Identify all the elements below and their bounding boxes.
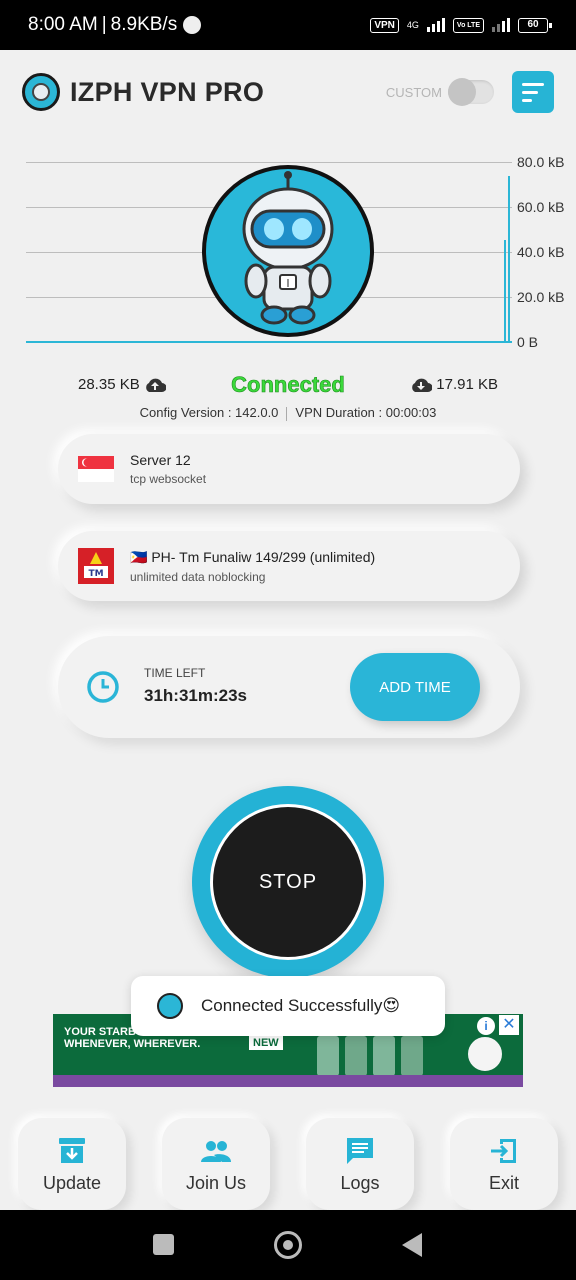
- app-title: IZPH VPN PRO: [70, 76, 265, 107]
- notification-dot-icon: [183, 16, 202, 34]
- svg-text:TM: TM: [88, 569, 103, 579]
- grid-line: [26, 162, 512, 163]
- add-time-button[interactable]: ADD TIME: [350, 653, 480, 721]
- logs-label: Logs: [340, 1172, 380, 1193]
- status-speed: 8.9KB/s: [110, 14, 178, 35]
- download-value: 17.91 KB: [436, 376, 498, 393]
- recents-icon[interactable]: [153, 1234, 174, 1255]
- time-left-value: 31h:31m:23s: [144, 686, 248, 705]
- divider: [286, 406, 288, 421]
- download-box-icon: [59, 1137, 85, 1163]
- server-selector[interactable]: Server 12 tcp websocket: [58, 434, 520, 504]
- toast-text: Connected Successfully😍: [201, 996, 401, 1015]
- ad-info-icon[interactable]: i: [477, 1017, 495, 1035]
- svg-text:I: I: [286, 277, 289, 290]
- ad-footer-strip: [53, 1075, 523, 1087]
- logs-button[interactable]: Logs: [306, 1118, 414, 1210]
- payload-name: 🇵🇭 PH- Tm Funaliw 149/299 (unlimited): [130, 548, 376, 565]
- status-time: 8:00 AM: [28, 14, 98, 35]
- tm-logo-icon: TM: [78, 548, 114, 584]
- status-separator: |: [101, 14, 107, 35]
- volte-badge: Vo LTE: [452, 17, 484, 33]
- update-label: Update: [42, 1172, 102, 1193]
- status-bar: 8:00 AM | 8.9KB/s VPN 4G Vo LTE 60: [0, 0, 576, 50]
- toast-notification: Connected Successfully😍: [131, 976, 445, 1036]
- exit-button[interactable]: Exit: [450, 1118, 558, 1210]
- singapore-flag-icon: [78, 456, 114, 482]
- stop-button[interactable]: STOP: [210, 804, 366, 960]
- config-version: Config Version : 142.0.0: [139, 405, 279, 420]
- menu-button[interactable]: [512, 71, 554, 113]
- app-logo-icon: [157, 993, 183, 1019]
- back-icon[interactable]: [402, 1233, 422, 1257]
- y-tick-label: 40.0 kB: [517, 244, 565, 260]
- signal-icon: [426, 18, 445, 32]
- time-left-card: TIME LEFT 31h:31m:23s ADD TIME: [58, 636, 520, 738]
- download-stat: 17.91 KB: [410, 376, 498, 393]
- payload-selector[interactable]: TM 🇵🇭 PH- Tm Funaliw 149/299 (unlimited)…: [58, 531, 520, 601]
- vpn-badge: VPN: [370, 17, 399, 33]
- graph-baseline: [26, 341, 512, 343]
- app-header: IZPH VPN PRO CUSTOM: [22, 66, 554, 118]
- home-icon[interactable]: [274, 1231, 302, 1259]
- system-nav-bar: [0, 1210, 576, 1280]
- join-us-button[interactable]: Join Us: [162, 1118, 270, 1210]
- robot-mascot-image: I: [202, 165, 374, 337]
- signal-2-icon: [492, 18, 510, 32]
- ad-close-icon[interactable]: ✕: [499, 1015, 519, 1035]
- ad-new-badge: NEW: [249, 1036, 283, 1050]
- update-button[interactable]: Update: [18, 1118, 126, 1210]
- time-left-label: TIME LEFT: [144, 666, 206, 680]
- server-protocol: tcp websocket: [130, 472, 207, 486]
- chat-icon: [347, 1137, 373, 1164]
- config-info: Config Version : 142.0.0 VPN Duration : 0…: [0, 405, 576, 421]
- cloud-download-icon: [412, 378, 433, 392]
- y-tick-label: 60.0 kB: [517, 199, 565, 215]
- exit-label: Exit: [488, 1172, 519, 1193]
- custom-toggle-group: CUSTOM: [385, 78, 494, 106]
- payload-description: unlimited data noblocking: [130, 569, 266, 584]
- server-name: Server 12: [130, 452, 191, 468]
- group-icon: [201, 1140, 231, 1162]
- download-spike: [504, 240, 506, 342]
- bottom-action-bar: Update Join Us Logs Exit: [0, 1110, 576, 1210]
- y-tick-label: 20.0 kB: [517, 289, 565, 305]
- starbucks-logo-icon: [465, 1034, 505, 1074]
- custom-label: CUSTOM: [385, 84, 442, 100]
- upload-spike: [508, 176, 510, 342]
- join-us-label: Join Us: [185, 1172, 247, 1193]
- exit-icon: [491, 1138, 516, 1163]
- vpn-duration: VPN Duration : 00:00:03: [295, 405, 437, 420]
- app-logo-icon: [22, 73, 60, 111]
- stop-button-ring: STOP: [192, 786, 384, 978]
- clock-icon: [87, 671, 119, 703]
- traffic-stats: 28.35 KB Connected 17.91 KB: [0, 372, 576, 400]
- battery-icon: 60: [518, 17, 552, 33]
- custom-toggle[interactable]: [448, 78, 494, 106]
- network-type: 4G: [406, 20, 419, 30]
- y-tick-label: 0 B: [517, 334, 539, 350]
- y-tick-label: 80.0 kB: [517, 154, 565, 170]
